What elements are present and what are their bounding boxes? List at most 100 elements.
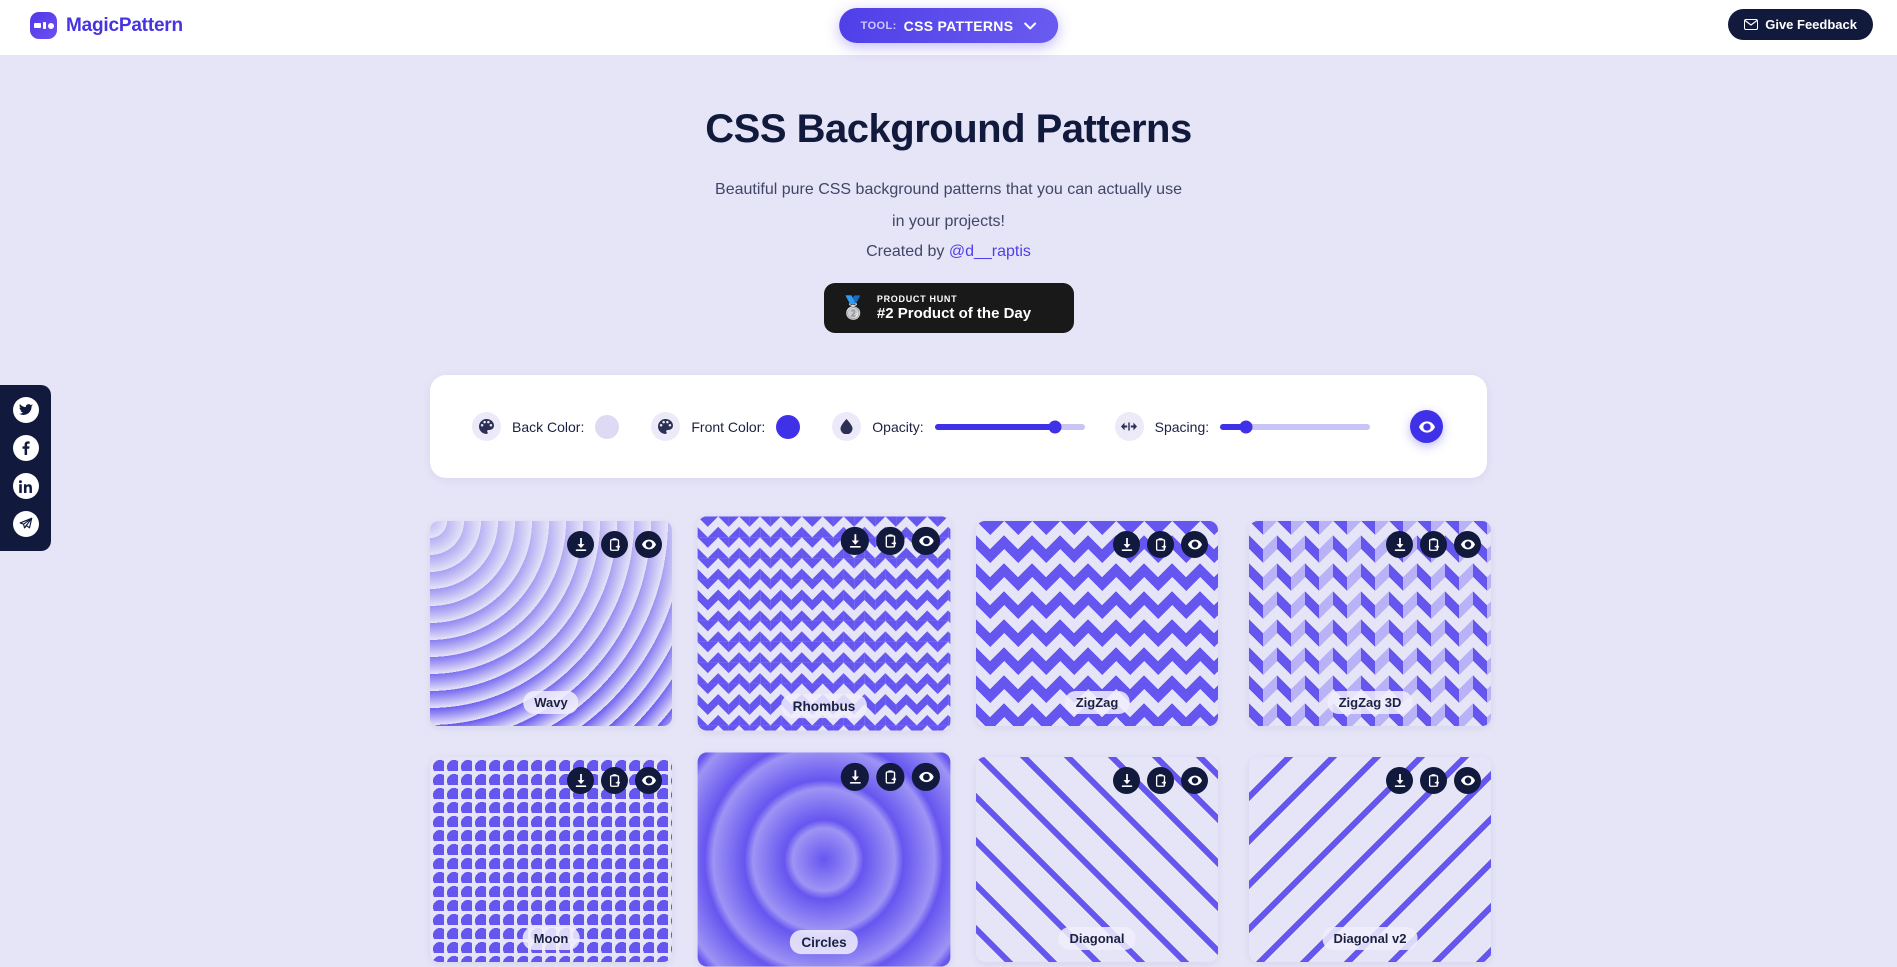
download-button[interactable] — [567, 767, 594, 794]
download-button[interactable] — [1113, 531, 1140, 558]
copy-button[interactable] — [601, 531, 628, 558]
pattern-grid: Wavy Rhombus ZigZag ZigZag 3D Moon Circles Dia… — [430, 516, 1491, 967]
copy-button[interactable] — [1420, 531, 1447, 558]
preview-button[interactable] — [1181, 531, 1208, 558]
pattern-card[interactable]: ZigZag — [976, 521, 1218, 726]
horizontal-arrows-icon — [1114, 412, 1144, 441]
opacity-control: Opacity: — [832, 412, 1085, 441]
pattern-card[interactable]: Diagonal v2 — [1249, 757, 1491, 962]
pattern-card[interactable]: Moon — [430, 757, 672, 962]
clipboard-copy-icon — [1427, 773, 1441, 788]
preview-button[interactable] — [635, 767, 662, 794]
download-button[interactable] — [567, 531, 594, 558]
droplet-icon — [832, 412, 862, 441]
copy-button[interactable] — [601, 767, 628, 794]
eye-icon — [641, 775, 656, 786]
share-twitter-button[interactable] — [12, 397, 39, 423]
give-feedback-label: Give Feedback — [1765, 17, 1857, 32]
share-linkedin-button[interactable] — [12, 473, 39, 499]
twitter-icon — [18, 404, 33, 416]
preview-toggle-button[interactable] — [1410, 410, 1444, 443]
pattern-card-actions — [1113, 767, 1208, 794]
pattern-name-label: Diagonal v2 — [1322, 927, 1418, 950]
pattern-card-actions — [567, 531, 662, 558]
download-button[interactable] — [840, 762, 869, 792]
pattern-card[interactable]: Circles — [697, 752, 951, 967]
preview-button[interactable] — [635, 531, 662, 558]
author-handle-link[interactable]: @d__raptis — [949, 243, 1031, 260]
eye-icon — [1460, 775, 1475, 786]
facebook-icon — [19, 441, 33, 455]
preview-button[interactable] — [911, 762, 940, 792]
tool-selector[interactable]: TOOL: CSS PATTERNS — [838, 8, 1059, 43]
preview-button[interactable] — [1454, 531, 1481, 558]
clipboard-copy-icon — [608, 773, 622, 788]
pattern-name-label: Circles — [789, 930, 859, 955]
pattern-card-actions — [1386, 531, 1481, 558]
give-feedback-button[interactable]: Give Feedback — [1728, 9, 1873, 40]
product-hunt-title: #2 Product of the Day — [876, 305, 1032, 322]
copy-button[interactable] — [876, 762, 905, 792]
brand[interactable]: MagicPattern — [30, 12, 183, 39]
spacing-slider[interactable] — [1220, 420, 1371, 433]
pattern-name-label: ZigZag — [1064, 691, 1130, 714]
front-color-control: Front Color: — [651, 412, 801, 441]
eye-icon — [641, 539, 656, 550]
pattern-card[interactable]: Rhombus — [697, 516, 951, 731]
product-hunt-kicker: PRODUCT HUNT — [876, 294, 958, 304]
pattern-card[interactable]: Wavy — [430, 521, 672, 726]
pattern-card[interactable]: ZigZag 3D — [1249, 521, 1491, 726]
download-button[interactable] — [1386, 531, 1413, 558]
product-hunt-badge[interactable]: 🥈 PRODUCT HUNT #2 Product of the Day — [823, 283, 1074, 333]
pattern-card-actions — [840, 526, 940, 556]
copy-button[interactable] — [876, 526, 905, 556]
tool-selector-label: TOOL: — [860, 19, 897, 32]
download-icon — [1393, 537, 1407, 552]
magicpattern-logo-icon — [30, 12, 57, 39]
front-color-swatch[interactable] — [776, 414, 801, 439]
eye-icon — [918, 535, 934, 547]
spacing-control: Spacing: — [1114, 412, 1371, 441]
opacity-slider[interactable] — [934, 420, 1085, 433]
share-facebook-button[interactable] — [12, 435, 39, 461]
opacity-slider-thumb[interactable] — [1048, 420, 1062, 433]
spacing-slider-thumb[interactable] — [1239, 420, 1253, 433]
preview-button[interactable] — [1181, 767, 1208, 794]
back-color-swatch[interactable] — [595, 414, 620, 439]
preview-button[interactable] — [1454, 767, 1481, 794]
pattern-card[interactable]: Diagonal — [976, 757, 1218, 962]
page-subtitle: Beautiful pure CSS background patterns t… — [715, 181, 1182, 230]
copy-button[interactable] — [1420, 767, 1447, 794]
download-button[interactable] — [1386, 767, 1413, 794]
created-by-prefix: Created by — [866, 243, 949, 260]
opacity-slider-fill — [934, 423, 1055, 430]
hero-section: CSS Background Patterns Beautiful pure C… — [0, 55, 1897, 333]
medal-icon: 🥈 — [839, 295, 867, 320]
chevron-down-icon — [1024, 22, 1037, 30]
telegram-icon — [19, 517, 33, 531]
tool-selector-value: CSS PATTERNS — [903, 17, 1014, 34]
clipboard-copy-icon — [883, 533, 898, 549]
pattern-card-actions — [1113, 531, 1208, 558]
download-icon — [848, 769, 863, 785]
preview-button[interactable] — [911, 526, 940, 556]
pattern-name-label: ZigZag 3D — [1327, 691, 1413, 714]
download-icon — [574, 773, 588, 788]
share-telegram-button[interactable] — [12, 511, 39, 537]
spacing-label: Spacing: — [1154, 418, 1210, 435]
copy-button[interactable] — [1147, 531, 1174, 558]
eye-icon — [918, 771, 934, 783]
download-button[interactable] — [1113, 767, 1140, 794]
download-icon — [1393, 773, 1407, 788]
download-icon — [574, 537, 588, 552]
pattern-name-label: Wavy — [523, 691, 579, 714]
clipboard-copy-icon — [1427, 537, 1441, 552]
clipboard-copy-icon — [608, 537, 622, 552]
pattern-card-actions — [1386, 767, 1481, 794]
download-button[interactable] — [840, 526, 869, 556]
copy-button[interactable] — [1147, 767, 1174, 794]
brand-name: MagicPattern — [66, 14, 183, 36]
download-icon — [1120, 537, 1134, 552]
front-color-label: Front Color: — [691, 418, 766, 435]
back-color-control: Back Color: — [472, 412, 620, 441]
